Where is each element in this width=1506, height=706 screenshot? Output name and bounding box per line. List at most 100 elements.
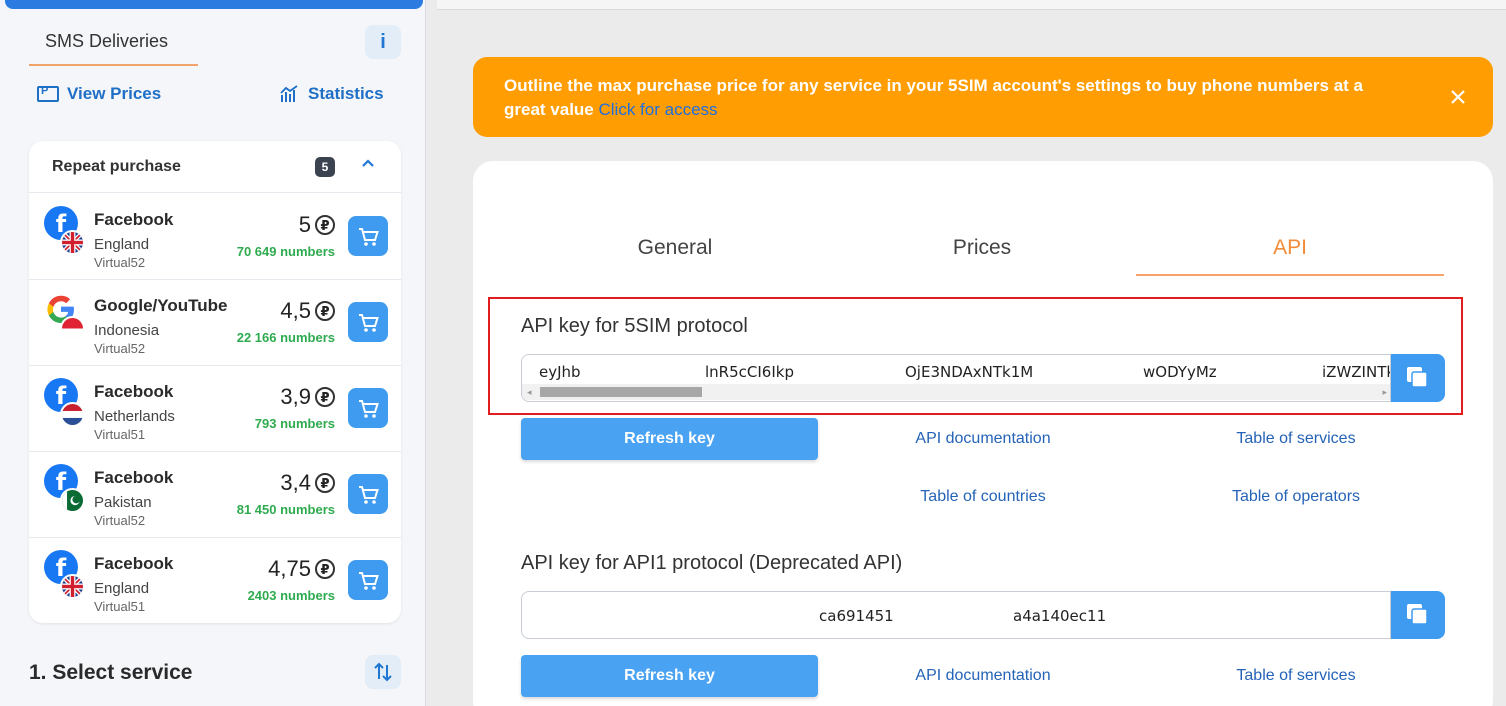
scroll-thumb[interactable] xyxy=(540,387,702,397)
info-button[interactable]: i xyxy=(365,25,401,59)
key-segment: wODYyMz xyxy=(1143,363,1217,381)
main-top-bar xyxy=(437,0,1506,10)
country-name: England xyxy=(94,580,150,597)
banner-text: Outline the max purchase price for any s… xyxy=(504,74,1404,122)
price-value: 3,4 xyxy=(280,470,311,495)
api-documentation-link[interactable]: API documentation xyxy=(853,667,1113,685)
service-name: Facebook xyxy=(94,382,174,401)
refresh-key-button[interactable]: Refresh key xyxy=(521,655,818,697)
available-numbers: 70 649 numbers xyxy=(236,244,335,259)
copy-button[interactable] xyxy=(1391,591,1445,639)
cart-button[interactable] xyxy=(348,302,388,342)
select-service-heading: 1. Select service xyxy=(29,661,193,684)
country-name: Indonesia xyxy=(94,322,160,339)
info-icon: i xyxy=(380,31,386,53)
view-prices-link[interactable]: View Prices xyxy=(37,84,161,104)
sidebar-top-bar xyxy=(5,0,423,9)
cart-button[interactable] xyxy=(348,216,388,256)
api-5sim-title: API key for 5SIM protocol xyxy=(521,315,748,337)
sort-icon[interactable] xyxy=(365,655,401,689)
tab-api[interactable]: API xyxy=(1136,236,1444,276)
price-value: 4,75 xyxy=(268,556,311,581)
indonesia-flag-icon xyxy=(60,316,85,341)
price: 3,9 ₽ xyxy=(280,384,335,410)
key-segment: a4a140ec11 xyxy=(1013,607,1107,625)
price: 4,75 ₽ xyxy=(268,556,335,582)
available-numbers: 22 166 numbers xyxy=(236,330,335,345)
ruble-icon: ₽ xyxy=(315,473,335,493)
tab-sms-deliveries[interactable]: SMS Deliveries xyxy=(29,26,198,66)
tab-prices[interactable]: Prices xyxy=(828,236,1136,274)
purchase-item: f Facebook Netherlands Virtual51 3,9 ₽ 7… xyxy=(29,366,401,452)
refresh-key-button[interactable]: Refresh key xyxy=(521,418,818,460)
key-segment: iZWZINTk xyxy=(1322,363,1391,381)
service-name: Google/YouTube xyxy=(94,296,228,315)
cart-button[interactable] xyxy=(348,560,388,600)
purchase-item: f Facebook England Virtual51 4,75 ₽ 2403… xyxy=(29,538,401,624)
operator-name: Virtual51 xyxy=(94,599,146,614)
available-numbers: 2403 numbers xyxy=(247,588,335,603)
repeat-purchase-header[interactable]: Repeat purchase 5 xyxy=(29,141,401,193)
operator-name: Virtual52 xyxy=(94,255,146,270)
view-prices-label: View Prices xyxy=(67,84,162,103)
ruble-icon: ₽ xyxy=(315,215,335,235)
cart-button[interactable] xyxy=(348,474,388,514)
table-of-services-link[interactable]: Table of services xyxy=(1166,430,1426,448)
table-of-services-link[interactable]: Table of services xyxy=(1166,667,1426,685)
country-name: Pakistan xyxy=(94,494,152,511)
price: 4,5 ₽ xyxy=(280,298,335,324)
horizontal-scrollbar[interactable]: ◂ ▸ xyxy=(522,384,1390,400)
scroll-left-icon[interactable]: ◂ xyxy=(527,387,532,398)
country-name: Netherlands xyxy=(94,408,175,425)
tab-sms-deliveries-label: SMS Deliveries xyxy=(45,31,169,51)
statistics-icon xyxy=(280,85,298,102)
service-name: Facebook xyxy=(94,468,174,487)
key-segment: lnR5cCI6Ikp xyxy=(705,363,794,381)
copy-button[interactable] xyxy=(1391,354,1445,402)
operator-name: Virtual51 xyxy=(94,427,146,442)
repeat-purchase-card: Repeat purchase 5 f Facebook England Vir… xyxy=(29,141,401,623)
chevron-up-icon[interactable] xyxy=(359,155,377,173)
pakistan-flag-icon xyxy=(60,488,85,513)
repeat-purchase-count-badge: 5 xyxy=(315,157,335,177)
table-of-operators-link[interactable]: Table of operators xyxy=(1166,488,1426,506)
available-numbers: 81 450 numbers xyxy=(236,502,335,517)
service-name: Facebook xyxy=(94,210,174,229)
statistics-link[interactable]: Statistics xyxy=(280,84,384,104)
service-name: Facebook xyxy=(94,554,174,573)
key-segment: OjE3NDAxNTk1M xyxy=(905,363,1034,381)
api1-key-field[interactable]: ca691451 a4a140ec11 xyxy=(521,591,1391,639)
statistics-label: Statistics xyxy=(308,84,384,103)
scroll-right-icon[interactable]: ▸ xyxy=(1382,387,1387,398)
api1-title: API key for API1 protocol (Deprecated AP… xyxy=(521,552,903,574)
sidebar: SMS Deliveries i View Prices Statistics … xyxy=(0,0,426,706)
api-5sim-key-field[interactable]: eyJhb lnR5cCI6Ikp OjE3NDAxNTk1M wODYyMz … xyxy=(521,354,1391,402)
api-documentation-link[interactable]: API documentation xyxy=(853,430,1113,448)
ruble-icon: ₽ xyxy=(315,301,335,321)
netherlands-flag-icon xyxy=(60,402,85,427)
key-segment: ca691451 xyxy=(819,607,894,625)
uk-flag-icon xyxy=(60,574,85,599)
price-value: 4,5 xyxy=(280,298,311,323)
price: 5 ₽ xyxy=(299,212,335,238)
operator-name: Virtual52 xyxy=(94,341,146,356)
promo-banner: Outline the max purchase price for any s… xyxy=(473,57,1493,137)
tab-general[interactable]: General xyxy=(521,236,829,274)
repeat-purchase-title: Repeat purchase xyxy=(52,158,181,175)
ruble-icon: ₽ xyxy=(315,387,335,407)
table-of-countries-link[interactable]: Table of countries xyxy=(853,488,1113,506)
price-list-icon xyxy=(37,85,59,102)
purchase-item: Google/YouTube Indonesia Virtual52 4,5 ₽… xyxy=(29,280,401,366)
operator-name: Virtual52 xyxy=(94,513,146,528)
key-segment: eyJhb xyxy=(539,363,581,381)
cart-button[interactable] xyxy=(348,388,388,428)
purchase-item: f Facebook England Virtual52 5 ₽ 70 649 … xyxy=(29,194,401,280)
country-name: England xyxy=(94,236,150,253)
uk-flag-icon xyxy=(60,230,85,255)
close-icon[interactable] xyxy=(1449,88,1467,106)
price-value: 3,9 xyxy=(280,384,311,409)
price: 3,4 ₽ xyxy=(280,470,335,496)
banner-access-link[interactable]: Click for access xyxy=(599,100,718,119)
ruble-icon: ₽ xyxy=(315,559,335,579)
available-numbers: 793 numbers xyxy=(254,416,335,431)
